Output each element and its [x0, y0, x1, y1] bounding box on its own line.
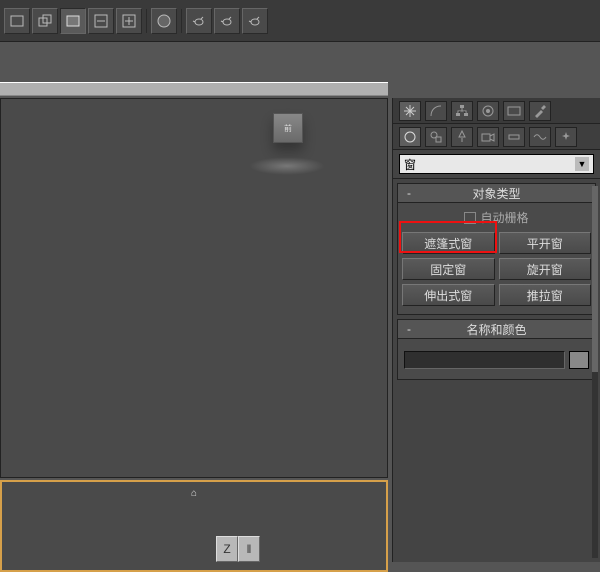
chevron-down-icon: ▼: [575, 157, 589, 171]
rollout-body-name-color: [397, 339, 596, 380]
teapot-icon: [191, 13, 207, 29]
subtab-lights[interactable]: [451, 127, 473, 147]
autogrid-checkbox[interactable]: [464, 212, 476, 224]
type-btn-projected[interactable]: 伸出式窗: [402, 284, 495, 306]
autogrid-label: 自动栅格: [480, 209, 528, 226]
sparkle-icon: [559, 130, 573, 144]
sphere-icon: [403, 130, 417, 144]
subtab-systems[interactable]: [555, 127, 577, 147]
motion-icon: [481, 104, 495, 118]
shapes-icon: [429, 130, 443, 144]
viewport-lower-active[interactable]: ⌂: [0, 480, 388, 572]
subtab-helpers[interactable]: [503, 127, 525, 147]
subtab-spacewarps[interactable]: [529, 127, 551, 147]
tab-modify[interactable]: [425, 101, 447, 121]
teapot-icon: [219, 13, 235, 29]
rollout-title: 名称和颜色: [398, 321, 595, 338]
subtab-cameras[interactable]: [477, 127, 499, 147]
teapot-icon: [247, 13, 263, 29]
tab-utilities[interactable]: [529, 101, 551, 121]
viewcube-label: 前: [284, 123, 292, 134]
axis-z-button[interactable]: Z: [216, 536, 238, 562]
rollout-header-name-color[interactable]: - 名称和颜色: [397, 319, 596, 339]
dropdown-value: 窗: [404, 156, 416, 173]
viewcube-shadow: [249, 157, 325, 175]
toolbar-btn-6[interactable]: [151, 8, 177, 34]
rollout-name-color: - 名称和颜色: [397, 319, 596, 380]
toolbar-teapot-2[interactable]: [214, 8, 240, 34]
hammer-icon: [533, 104, 547, 118]
autogrid-row: 自动栅格: [402, 209, 591, 226]
secondary-bar: [0, 82, 388, 96]
toolbar-btn-5[interactable]: [116, 8, 142, 34]
rollout-body-object-type: 自动栅格 遮篷式窗 平开窗 固定窗 旋开窗 伸出式窗 推拉窗: [397, 203, 596, 315]
type-btn-fixed[interactable]: 固定窗: [402, 258, 495, 280]
arc-icon: [429, 104, 443, 118]
type-btn-awning[interactable]: 遮篷式窗: [402, 232, 495, 254]
top-toolbar: [0, 0, 600, 42]
light-icon: [455, 130, 469, 144]
name-color-row: [402, 345, 591, 371]
toolbar-separator: [146, 9, 147, 33]
toolbar-teapot-1[interactable]: [186, 8, 212, 34]
type-btn-pivoted[interactable]: 旋开窗: [499, 258, 592, 280]
asterisk-icon: [403, 104, 417, 118]
panel-scrollbar[interactable]: [592, 186, 598, 558]
main-area: 前 ⌂ Z ‖: [0, 42, 600, 562]
toolbar-btn-2[interactable]: [32, 8, 58, 34]
axis-controls: Z ‖: [216, 536, 260, 562]
rollout-header-object-type[interactable]: - 对象类型: [397, 183, 596, 203]
command-panel: 窗 ▼ - 对象类型 自动栅格 遮篷式窗 平开窗 固定窗 旋开窗 伸: [392, 98, 600, 562]
display-icon: [507, 104, 521, 118]
type-btn-casement[interactable]: 平开窗: [499, 232, 592, 254]
toolbar-separator-2: [181, 9, 182, 33]
type-btn-sliding[interactable]: 推拉窗: [499, 284, 592, 306]
object-type-grid: 遮篷式窗 平开窗 固定窗 旋开窗 伸出式窗 推拉窗: [402, 232, 591, 306]
subtab-shapes[interactable]: [425, 127, 447, 147]
wave-icon: [533, 130, 547, 144]
category-dropdown-row: 窗 ▼: [393, 150, 600, 179]
tape-icon: [507, 130, 521, 144]
scrollbar-thumb[interactable]: [592, 186, 598, 372]
toolbar-btn-1[interactable]: [4, 8, 30, 34]
panel-tab-row-1: [393, 98, 600, 124]
subtab-geometry[interactable]: [399, 127, 421, 147]
tab-hierarchy[interactable]: [451, 101, 473, 121]
home-icon[interactable]: ⌂: [191, 488, 197, 499]
toolbar-teapot-3[interactable]: [242, 8, 268, 34]
category-dropdown[interactable]: 窗 ▼: [399, 154, 594, 174]
rollout-toggle-icon: -: [404, 188, 414, 198]
object-name-input[interactable]: [404, 351, 565, 369]
rollout-object-type: - 对象类型 自动栅格 遮篷式窗 平开窗 固定窗 旋开窗 伸出式窗 推拉窗: [397, 183, 596, 315]
color-swatch[interactable]: [569, 351, 589, 369]
camera-icon: [481, 130, 495, 144]
toolbar-btn-4[interactable]: [88, 8, 114, 34]
toolbar-btn-3-active[interactable]: [60, 8, 86, 34]
viewcube[interactable]: 前: [273, 113, 303, 143]
panel-tab-row-2: [393, 124, 600, 150]
viewport[interactable]: 前: [0, 98, 388, 478]
rollout-title: 对象类型: [398, 185, 595, 202]
tab-display[interactable]: [503, 101, 525, 121]
hierarchy-icon: [455, 104, 469, 118]
tab-create[interactable]: [399, 101, 421, 121]
axis-lock-button[interactable]: ‖: [238, 536, 260, 562]
rollout-toggle-icon: -: [404, 324, 414, 334]
tab-motion[interactable]: [477, 101, 499, 121]
